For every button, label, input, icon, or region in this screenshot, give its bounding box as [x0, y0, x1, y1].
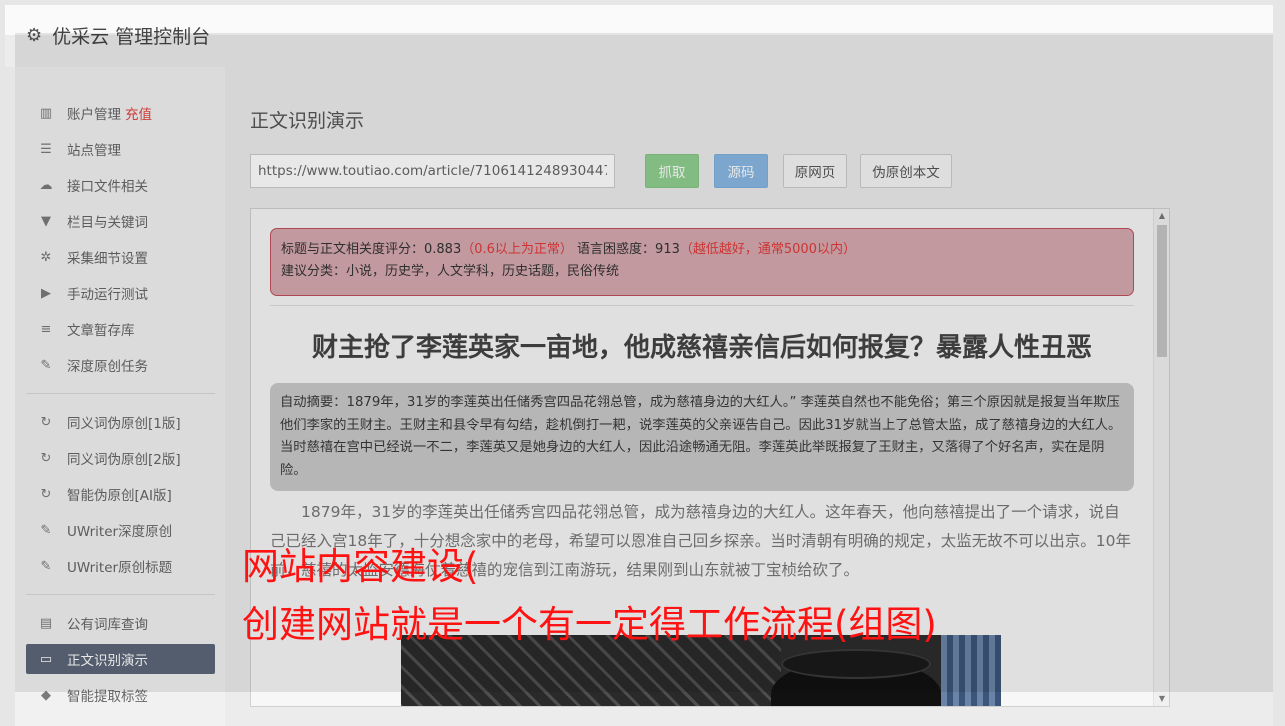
recharge-link[interactable]: 充值 [125, 107, 152, 123]
original-page-button[interactable]: 原网页 [783, 154, 847, 188]
category-suggestion: 建议分类：小说，历史学，人文学科，历史话题，民俗传统 [281, 264, 620, 279]
refresh-icon: ↻ [40, 486, 52, 502]
sidebar-item-columns-keywords[interactable]: ▼ 栏目与关键词 [26, 206, 215, 236]
bar-chart-icon: ▥ [39, 105, 53, 121]
fetch-button[interactable]: 抓取 [645, 154, 699, 188]
cogs-icon: ✲ [40, 249, 52, 265]
edit-icon: ✎ [40, 522, 52, 538]
sidebar-divider [26, 594, 215, 595]
source-button[interactable]: 源码 [714, 154, 768, 188]
sidebar-item-interface-files[interactable]: ☁ 接口文件相关 [26, 170, 215, 200]
panel-divider [270, 305, 1134, 306]
sidebar-item-public-lexicon[interactable]: ▤ 公有词库查询 [26, 608, 215, 638]
relevance-hint: （0.6以上为正常） [461, 242, 573, 257]
cloud-upload-icon: ☁ [39, 177, 53, 193]
sidebar-item-synonym-v2[interactable]: ↻ 同义词伪原创[2版] [26, 443, 215, 473]
sidebar-item-ai-pseudo[interactable]: ↻ 智能伪原创[AI版] [26, 479, 215, 509]
scroll-up-arrow-icon[interactable]: ▲ [1154, 209, 1169, 223]
panel-scrollbar[interactable]: ▲ ▼ [1153, 209, 1169, 706]
tag-icon: ◆ [41, 687, 51, 703]
edit-icon: ✎ [40, 357, 52, 373]
sidebar-item-uwriter-title[interactable]: ✎ UWriter原创标题 [26, 551, 215, 581]
database-icon: ≡ [40, 321, 52, 337]
sidebar-item-sites[interactable]: ☰ 站点管理 [26, 134, 215, 164]
play-circle-icon: ▶ [41, 285, 51, 301]
auto-summary: 自动摘要：1879年，31岁的李莲英出任储秀宫四品花翎总管，成为慈禧身边的大红人… [270, 383, 1134, 491]
tiled-wall [941, 635, 1001, 706]
relevance-score: 标题与正文相关度评分：0.883 [281, 242, 462, 257]
scroll-down-arrow-icon[interactable]: ▼ [1154, 692, 1169, 706]
perplexity-score: 语言困惑度：913 [577, 242, 680, 257]
pseudo-original-button[interactable]: 伪原创本文 [860, 154, 952, 188]
gear-icon: ⚙ [26, 25, 43, 46]
monitor-icon: ▭ [39, 651, 53, 667]
sidebar-item-extract-tags[interactable]: ◆ 智能提取标签 [26, 680, 215, 710]
brand: ⚙ 优采云 管理控制台 [26, 22, 210, 49]
refresh-icon: ↻ [40, 450, 52, 466]
sidebar-item-article-store[interactable]: ≡ 文章暂存库 [26, 314, 215, 344]
sidebar-item-collect-settings[interactable]: ✲ 采集细节设置 [26, 242, 215, 272]
sidebar-item-uwriter-deep[interactable]: ✎ UWriter深度原创 [26, 515, 215, 545]
server-icon: ☰ [40, 141, 52, 157]
watermark-line-1: 网站内容建设( [242, 545, 479, 588]
scroll-thumb[interactable] [1157, 225, 1167, 357]
sidebar-item-text-recognition[interactable]: ▭ 正文识别演示 [26, 644, 215, 674]
filter-icon: ▼ [41, 213, 51, 229]
page-title: 正文识别演示 [250, 110, 365, 132]
book-icon: ▤ [39, 615, 53, 631]
sidebar-item-manual-run[interactable]: ▶ 手动运行测试 [26, 278, 215, 308]
refresh-icon: ↻ [40, 414, 52, 430]
edit-icon: ✎ [40, 558, 52, 574]
sidebar-item-account[interactable]: ▥ 账户管理 充值 [26, 98, 215, 128]
sidebar-item-deep-original[interactable]: ✎ 深度原创任务 [26, 350, 215, 380]
score-box: 标题与正文相关度评分：0.883（0.6以上为正常） 语言困惑度：913（越低越… [270, 228, 1134, 296]
watermark-line-2: 创建网站就是一个有一定得工作流程(组图) [242, 603, 937, 646]
sidebar-divider [26, 393, 215, 394]
perplexity-hint: （越低越好，通常5000以内） [679, 242, 856, 257]
article-title: 财主抢了李莲英家一亩地，他成慈禧亲信后如何报复？暴露人性丑恶 [311, 333, 1092, 363]
app-title: 优采云 管理控制台 [52, 26, 211, 48]
sidebar-item-synonym-v1[interactable]: ↻ 同义词伪原创[1版] [26, 407, 215, 437]
url-input[interactable] [250, 154, 615, 188]
hat-brim-shape [781, 649, 931, 679]
